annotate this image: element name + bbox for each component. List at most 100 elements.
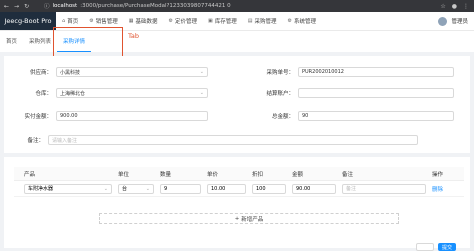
warehouse-select[interactable]: 上海稀北仓 ⌄	[56, 88, 208, 98]
brand-logo[interactable]: Jeecg-Boot Pro	[0, 12, 56, 30]
settle-account-field: 结算账户：	[242, 88, 454, 98]
input-value: PUR2002010012	[302, 69, 344, 75]
supplier-select[interactable]: 小黑科技 ⌄	[56, 67, 208, 77]
column-header: 产品	[24, 171, 36, 178]
order-no-input[interactable]: PUR2002010012	[298, 67, 454, 77]
browser-nav: ← → ↻	[0, 3, 44, 10]
field-label: 采购单号：	[266, 70, 294, 76]
warehouse-field: 仓库： 上海稀北仓 ⌄	[4, 88, 208, 98]
unit-select[interactable]: 台 ⌄	[118, 183, 154, 194]
grid-icon: ▦	[128, 18, 134, 24]
chevron-down-icon: ⌄	[103, 185, 108, 192]
field-label: 结算账户：	[266, 91, 294, 97]
remark-input[interactable]: 请输入备注	[48, 135, 418, 145]
total-amount-field: 总金额： 90	[242, 111, 454, 121]
total-amount-input[interactable]: 90	[298, 111, 454, 121]
price-input[interactable]: 10.00	[207, 183, 246, 194]
cell-value: 100	[256, 185, 266, 192]
product-select[interactable]: 车附净水器 ⌄	[24, 183, 112, 194]
plus-icon: +	[234, 215, 240, 222]
top-menu: ⌂ 首页 ⚙ 销售管理 ▦ 基础数据 ⚙ 定价管理 ▣ 库存管理 ▤ 采购管理 ⚙ 系统管理	[56, 17, 316, 25]
quantity-input[interactable]: 9	[160, 183, 201, 194]
forward-icon[interactable]: →	[14, 3, 19, 10]
delete-row-link[interactable]: 删除	[432, 185, 462, 193]
settle-account-input[interactable]	[298, 88, 454, 98]
input-value: 900.00	[60, 113, 78, 119]
annotation-box	[53, 27, 123, 59]
paid-amount-input[interactable]: 900.00	[56, 111, 208, 121]
cell-value: 9	[164, 185, 168, 192]
avatar	[438, 16, 448, 26]
remark-field: 备注： 请输入备注	[4, 135, 418, 145]
browser-toolbar: ← → ↻ ⓘ localhost:3000/purchase/Purchase…	[0, 0, 474, 12]
chevron-down-icon: ⌄	[145, 185, 150, 192]
settings-icon: ⚙	[168, 18, 173, 24]
tab-home[interactable]: 首页	[0, 37, 23, 52]
cell-value: 备注	[346, 186, 357, 192]
menu-item-home[interactable]: ⌂ 首页	[62, 17, 78, 25]
more-icon[interactable]: ⋮	[463, 3, 469, 10]
select-value: 小黑科技	[60, 69, 81, 76]
input-value: 90	[302, 113, 309, 119]
field-label: 供应商：	[29, 70, 52, 76]
annotation-label: Tab	[128, 32, 140, 40]
url-host: localhost	[52, 3, 78, 9]
column-header: 单价	[207, 171, 219, 178]
url-path: :3000/purchase/PurchaseModal?12330398077…	[80, 3, 231, 9]
settings-icon: ⚙	[89, 18, 94, 24]
user-name: 管理员	[451, 19, 468, 25]
add-product-button[interactable]: + 新增产品	[99, 213, 399, 224]
menu-label: 首页	[67, 19, 79, 25]
column-header: 单位	[118, 171, 130, 178]
box-icon: ▣	[207, 18, 213, 24]
product-table: 产品 单位 数量 单价 折扣 金额 备注 操作 车附净水器 ⌄ 台 ⌄ 9 10.0…	[14, 167, 464, 197]
address-bar[interactable]: ⓘ localhost:3000/purchase/PurchaseModal?…	[44, 2, 231, 10]
column-header: 折扣	[252, 171, 264, 178]
table-row: 车附净水器 ⌄ 台 ⌄ 9 10.00 100 90.00 备注 删除	[14, 181, 464, 197]
reload-icon[interactable]: ↻	[24, 3, 29, 10]
menu-label: 采购管理	[254, 19, 277, 25]
column-header: 备注	[342, 171, 354, 178]
browser-actions: ☆ ● ⋮	[440, 3, 474, 10]
cancel-button[interactable]	[416, 243, 434, 251]
paid-amount-field: 实付金额： 900.00	[4, 111, 208, 121]
menu-item-sales[interactable]: ⚙ 销售管理	[89, 17, 118, 25]
field-label: 备注：	[27, 138, 44, 144]
cell-value: 车附净水器	[28, 186, 54, 192]
discount-input[interactable]: 100	[252, 183, 286, 194]
menu-label: 系统管理	[293, 19, 316, 25]
field-label: 实付金额：	[24, 114, 52, 120]
input-placeholder: 请输入备注	[52, 137, 78, 144]
star-icon[interactable]: ☆	[440, 3, 445, 10]
chevron-down-icon: ⌄	[199, 69, 204, 75]
supplier-field: 供应商： 小黑科技 ⌄	[4, 67, 208, 77]
field-label: 仓库：	[35, 91, 52, 97]
info-icon: ⓘ	[44, 4, 50, 10]
menu-label: 基础数据	[135, 19, 158, 25]
table-header: 产品 单位 数量 单价 折扣 金额 备注 操作	[14, 167, 464, 181]
cell-value: 90.00	[296, 185, 311, 192]
menu-item-system[interactable]: ⚙ 系统管理	[287, 17, 316, 25]
menu-item-pricing[interactable]: ⚙ 定价管理	[168, 17, 197, 25]
home-icon: ⌂	[62, 18, 66, 24]
menu-label: 定价管理	[174, 19, 197, 25]
cell-value: 台	[122, 186, 128, 192]
menu-item-basic-data[interactable]: ▦ 基础数据	[129, 17, 158, 25]
menu-item-inventory[interactable]: ▣ 库存管理	[208, 17, 237, 25]
back-icon[interactable]: ←	[4, 3, 9, 10]
profile-icon[interactable]: ●	[452, 3, 457, 10]
submit-button[interactable]: 提交	[438, 243, 456, 251]
settings-icon: ⚙	[287, 18, 292, 24]
row-remark-input[interactable]: 备注	[342, 183, 426, 194]
menu-label: 销售管理	[95, 19, 118, 25]
menu-item-purchase[interactable]: ▤ 采购管理	[248, 17, 277, 25]
add-product-label: 新增产品	[241, 216, 264, 223]
user-menu[interactable]: 管理员	[438, 16, 474, 26]
order-no-field: 采购单号： PUR2002010012	[242, 67, 454, 77]
cell-value: 10.00	[211, 185, 226, 192]
tab-purchase-list[interactable]: 采购列表	[23, 37, 57, 52]
column-header: 数量	[160, 171, 172, 178]
field-label: 总金额：	[271, 114, 294, 120]
amount-input[interactable]: 90.00	[292, 183, 336, 194]
cart-icon: ▤	[247, 18, 253, 24]
